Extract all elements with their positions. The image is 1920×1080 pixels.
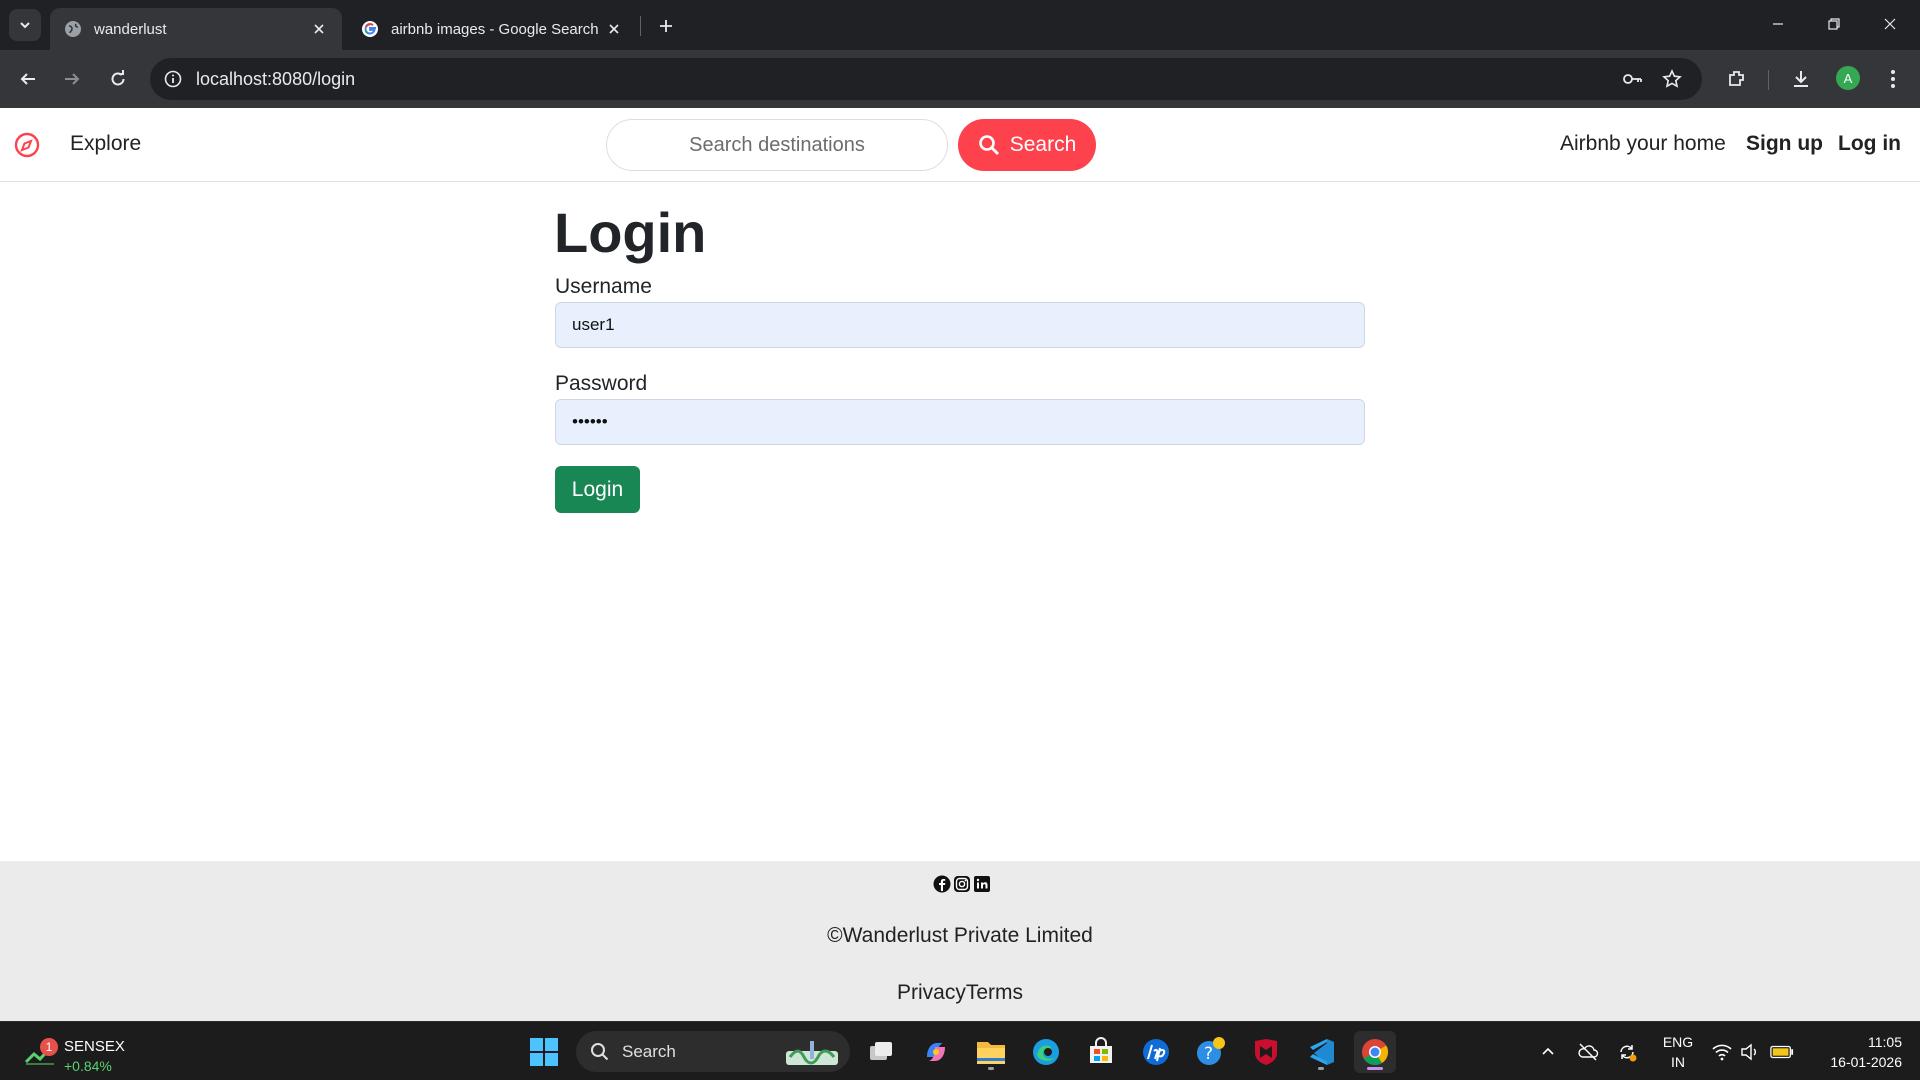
- arrow-left-icon: [20, 73, 35, 85]
- tab-title: wanderlust: [94, 20, 167, 38]
- search-button-label: Search: [1009, 133, 1077, 156]
- taskbar-search-label: Search: [622, 1042, 676, 1061]
- chevron-up-icon[interactable]: [1536, 1040, 1560, 1064]
- widget-change: +0.84%: [64, 1058, 112, 1074]
- tab-title: airbnb images - Google Search: [391, 20, 599, 38]
- tab-google-search[interactable]: airbnb images - Google Search: [347, 8, 637, 50]
- microsoft-store-icon[interactable]: [1080, 1031, 1122, 1073]
- running-indicator: [988, 1067, 994, 1070]
- search-button[interactable]: Search: [958, 119, 1096, 171]
- close-icon: [1884, 18, 1896, 30]
- page-title: Login: [554, 201, 707, 264]
- widget-title: SENSEX: [64, 1038, 125, 1055]
- facebook-icon[interactable]: [933, 875, 951, 893]
- profile-avatar[interactable]: A: [1836, 66, 1860, 90]
- plus-icon: [660, 20, 672, 32]
- language-indicator[interactable]: ENG IN: [1660, 1032, 1696, 1072]
- google-icon: [362, 21, 378, 37]
- social-links: [933, 875, 991, 893]
- windows-start-icon[interactable]: [523, 1031, 565, 1073]
- chevron-down-icon: [20, 22, 30, 29]
- edge-icon[interactable]: [1025, 1031, 1067, 1073]
- password-label: Password: [555, 372, 648, 395]
- task-view-icon[interactable]: [860, 1031, 902, 1073]
- reload-icon: [111, 70, 125, 86]
- search-icon: [591, 1043, 609, 1061]
- search-highlight-icon: [786, 1041, 838, 1065]
- sensex-widget[interactable]: 1 SENSEX +0.84%: [24, 1030, 134, 1074]
- globe-icon: [65, 21, 81, 37]
- system-clock[interactable]: 11:05 16-01-2026: [1812, 1032, 1902, 1072]
- browser-toolbar: localhost:8080/login A: [0, 50, 1920, 108]
- copilot-icon[interactable]: [915, 1031, 957, 1073]
- sync-icon[interactable]: [1615, 1040, 1639, 1064]
- language-code: ENG: [1662, 1034, 1694, 1050]
- mcafee-icon[interactable]: [1245, 1031, 1287, 1073]
- onedrive-offline-icon[interactable]: [1576, 1040, 1600, 1064]
- instagram-icon[interactable]: [953, 875, 971, 893]
- login-link[interactable]: Log in: [1838, 132, 1901, 156]
- minimize-icon: [1773, 23, 1783, 25]
- file-explorer-icon[interactable]: [970, 1031, 1012, 1073]
- download-icon[interactable]: [1786, 64, 1816, 94]
- tab-separator: [640, 16, 641, 36]
- tab-search-button[interactable]: [9, 9, 41, 41]
- site-info-icon[interactable]: [162, 68, 184, 90]
- reload-button[interactable]: [102, 63, 134, 95]
- hp-icon[interactable]: [1135, 1031, 1177, 1073]
- extensions-icon[interactable]: [1722, 64, 1752, 94]
- vscode-icon[interactable]: [1300, 1031, 1342, 1073]
- username-field[interactable]: user1: [555, 302, 1365, 348]
- compass-icon[interactable]: [14, 132, 40, 158]
- login-submit-button[interactable]: Login: [555, 466, 640, 513]
- windows-taskbar: 1 SENSEX +0.84% Search ? ENG IN 11:05 16…: [0, 1021, 1920, 1080]
- linkedin-icon[interactable]: [973, 875, 991, 893]
- site-navbar: Explore Search destinations Search Airbn…: [0, 108, 1920, 182]
- browser-titlebar: wanderlust airbnb images - Google Search: [0, 0, 1920, 50]
- active-indicator: [1367, 1067, 1383, 1070]
- running-indicator: [1318, 1067, 1324, 1070]
- wifi-icon[interactable]: [1710, 1040, 1734, 1064]
- password-field[interactable]: ••••••: [555, 399, 1365, 445]
- airbnb-your-home-link[interactable]: Airbnb your home: [1560, 132, 1726, 156]
- back-button[interactable]: [12, 63, 44, 95]
- notification-badge: 1: [40, 1038, 58, 1056]
- battery-icon[interactable]: [1770, 1040, 1794, 1064]
- url-text[interactable]: localhost:8080/login: [196, 69, 355, 90]
- help-icon[interactable]: ?: [1190, 1031, 1232, 1073]
- signup-link[interactable]: Sign up: [1746, 132, 1823, 156]
- site-footer: ©Wanderlust Private Limited PrivacyTerms: [0, 861, 1920, 1021]
- volume-icon[interactable]: [1738, 1040, 1762, 1064]
- more-menu-icon[interactable]: [1878, 64, 1908, 94]
- restore-icon: [1828, 18, 1840, 30]
- toolbar-divider: [1768, 70, 1769, 90]
- close-icon[interactable]: [605, 20, 623, 38]
- close-icon[interactable]: [310, 20, 328, 38]
- language-region: IN: [1671, 1054, 1685, 1070]
- footer-copyright: ©Wanderlust Private Limited: [827, 924, 1093, 947]
- svg-text:?: ?: [1204, 1044, 1213, 1064]
- search-input[interactable]: Search destinations: [606, 119, 948, 171]
- close-window-button[interactable]: [1862, 0, 1918, 48]
- footer-links[interactable]: PrivacyTerms: [0, 981, 1920, 1005]
- arrow-right-icon: [65, 73, 80, 85]
- clock-time: 11:05: [1868, 1034, 1902, 1050]
- new-tab-button[interactable]: [652, 12, 680, 40]
- address-bar[interactable]: localhost:8080/login: [150, 58, 1702, 100]
- taskbar-search[interactable]: Search: [576, 1031, 850, 1072]
- minimize-button[interactable]: [1750, 0, 1806, 48]
- restore-button[interactable]: [1806, 0, 1862, 48]
- nav-explore-link[interactable]: Explore: [70, 132, 141, 156]
- chrome-icon[interactable]: [1354, 1031, 1396, 1073]
- tab-wanderlust[interactable]: wanderlust: [50, 8, 342, 50]
- key-icon[interactable]: [1620, 67, 1644, 91]
- star-icon[interactable]: [1660, 67, 1684, 91]
- search-icon: [978, 135, 999, 155]
- clock-date: 16-01-2026: [1830, 1054, 1902, 1070]
- username-label: Username: [555, 275, 652, 298]
- forward-button[interactable]: [56, 63, 88, 95]
